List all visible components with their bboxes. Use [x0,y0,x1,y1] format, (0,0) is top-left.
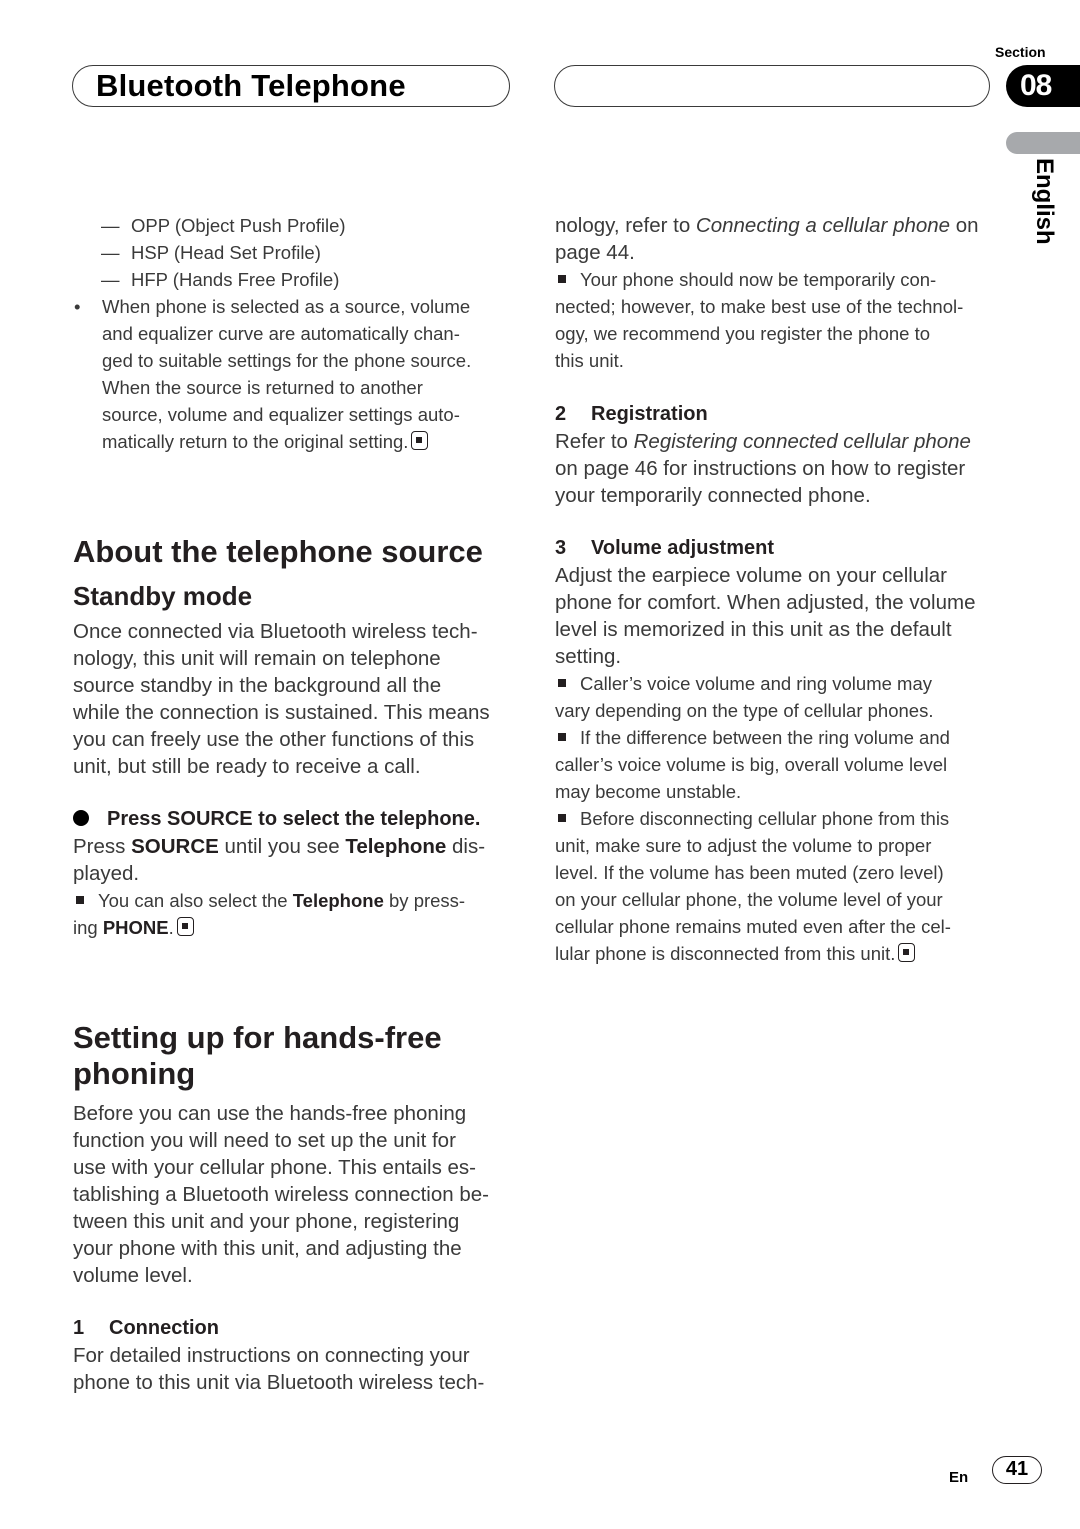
language-tab-marker [1006,132,1080,154]
list-item: — OPP (Object Push Profile) [73,212,513,239]
note-square-icon [558,733,566,741]
step-note: You can also select the Telephone by pre… [73,887,518,914]
note-square-icon [558,679,566,687]
language-tab-label: English [1031,158,1058,245]
language-code: En [949,1469,969,1486]
note-square-icon [76,896,84,904]
bullet-icon: • [74,296,81,317]
end-of-section-icon [176,917,194,936]
header-empty-frame [554,65,990,107]
step-text: Press SOURCE until you see Telephone dis… [73,835,486,858]
note-square-icon [558,814,566,822]
step-bullet-icon [73,810,89,826]
right-column-top: nology, refer to Connecting a cellular p… [555,212,1000,374]
dash-icon: — [101,242,120,263]
volume-note: Caller’s voice volume and ring volume ma… [555,673,934,721]
heading-setting-up-hands-free: Setting up for hands-free phoning [73,1020,442,1091]
left-column-top: — OPP (Object Push Profile) — HSP (Head Se… [73,212,513,455]
heading-standby-mode: Standby mode [73,581,253,611]
page-number: 41 [992,1456,1042,1484]
volume-note: If the difference between the ring volum… [555,727,950,802]
heading-about-telephone-source: About the telephone source [73,534,483,569]
list-item: — HSP (Head Set Profile) [73,239,513,266]
setup-paragraph: Before you can use the hands-free phonin… [73,1102,489,1287]
connection-step: 1 Connection For detailed instructions on… [73,1315,518,1396]
note-square-icon [558,275,566,283]
step-heading: Press SOURCE to select the telephone. [73,806,518,833]
end-of-section-icon [898,943,916,962]
volume-heading: 3 Volume adjustment [555,537,774,559]
step-select-telephone: Press SOURCE to select the telephone. Pr… [73,806,518,941]
dash-icon: — [101,215,120,236]
connection-heading: 1 Connection [73,1317,219,1339]
page-title: Bluetooth Telephone [96,68,406,103]
registration-heading: 2 Registration [555,403,708,425]
end-of-section-icon [411,431,429,450]
volume-adjustment-step: 3 Volume adjustment Adjust the earpiece v… [555,535,1000,967]
registration-step: 2 Registration Refer to Registering conne… [555,401,1000,509]
bullet-note: • When phone is selected as a source, vo… [73,293,513,455]
temporary-connection-note: Your phone should now be temporarily con… [555,269,964,371]
section-label: Section [995,44,1046,60]
standby-paragraph: Once connected via Bluetooth wireless te… [73,620,490,778]
dash-icon: — [101,269,120,290]
volume-note: Before disconnecting cellular phone from… [555,808,951,964]
connection-continuation: nology, refer to Connecting a cellular p… [555,214,979,237]
list-item: — HFP (Hands Free Profile) [73,266,513,293]
section-number-badge: 08 [1006,65,1080,107]
